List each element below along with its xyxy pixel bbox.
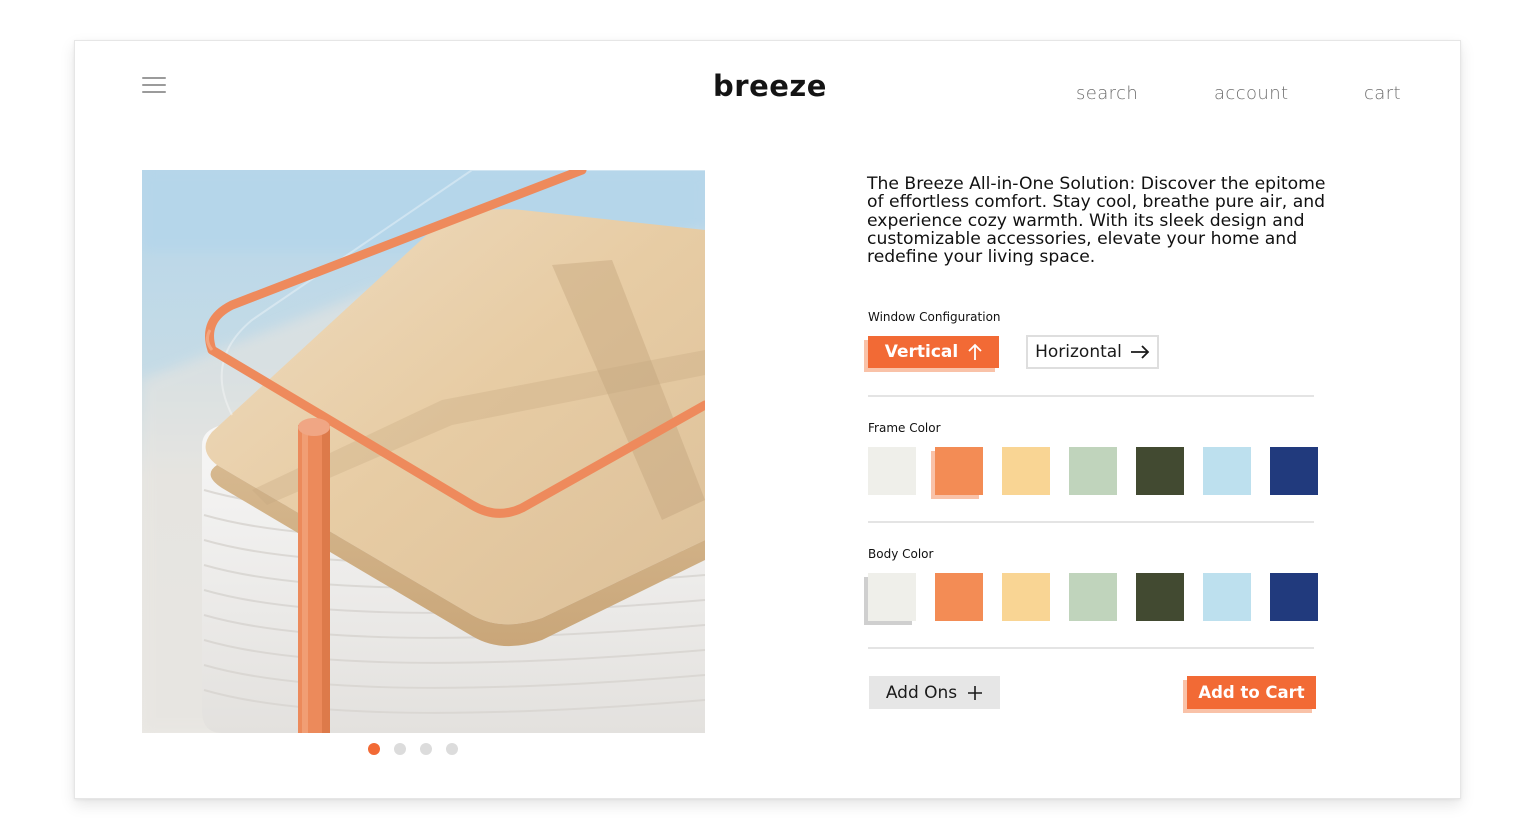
frame-color-swatch-1[interactable] [868,447,916,495]
nav-search[interactable]: search [1076,83,1138,104]
gallery-dot-4[interactable] [446,743,458,755]
gallery-dot-1[interactable] [368,743,380,755]
divider [868,521,1314,523]
body-color-swatches [868,573,1318,621]
divider [868,395,1314,397]
frame-color-swatch-2[interactable] [935,447,983,495]
frame-color-swatch-3[interactable] [1002,447,1050,495]
body-color-swatch-4[interactable] [1069,573,1117,621]
frame-color-swatch-6[interactable] [1203,447,1251,495]
frame-color-swatches [868,447,1318,495]
gallery-pagination [368,743,458,755]
product-card: breeze search account cart The Breeze Al… [74,40,1461,799]
gallery-dot-2[interactable] [394,743,406,755]
nav-cart[interactable]: cart [1364,83,1401,104]
window-configuration-label: Window Configuration [868,310,1001,324]
frame-color-swatch-7[interactable] [1270,447,1318,495]
body-color-swatch-7[interactable] [1270,573,1318,621]
add-to-cart-button[interactable]: Add to Cart [1187,676,1316,709]
body-color-swatch-3[interactable] [1002,573,1050,621]
add-ons-button[interactable]: Add Ons [869,676,1000,709]
frame-color-label: Frame Color [868,421,941,435]
brand-logo[interactable]: breeze [675,69,865,103]
horizontal-option-label: Horizontal [1035,342,1122,362]
plus-icon [967,685,983,701]
product-image [142,170,705,733]
arrow-right-icon [1130,345,1150,359]
horizontal-option-button[interactable]: Horizontal [1026,335,1159,369]
divider [868,647,1314,649]
body-color-swatch-1[interactable] [868,573,916,621]
frame-color-swatch-4[interactable] [1069,447,1117,495]
body-color-swatch-6[interactable] [1203,573,1251,621]
gallery-dot-3[interactable] [420,743,432,755]
arrow-up-icon [968,343,982,361]
body-color-label: Body Color [868,547,934,561]
add-ons-label: Add Ons [885,682,958,703]
body-color-swatch-5[interactable] [1136,573,1184,621]
hamburger-menu-icon[interactable] [142,77,166,95]
product-description: The Breeze All-in-One Solution: Discover… [867,174,1326,268]
vertical-option-button[interactable]: Vertical [868,336,999,368]
nav-account[interactable]: account [1214,83,1289,104]
frame-color-swatch-5[interactable] [1136,447,1184,495]
vertical-option-label: Vertical [884,342,959,362]
body-color-swatch-2[interactable] [935,573,983,621]
